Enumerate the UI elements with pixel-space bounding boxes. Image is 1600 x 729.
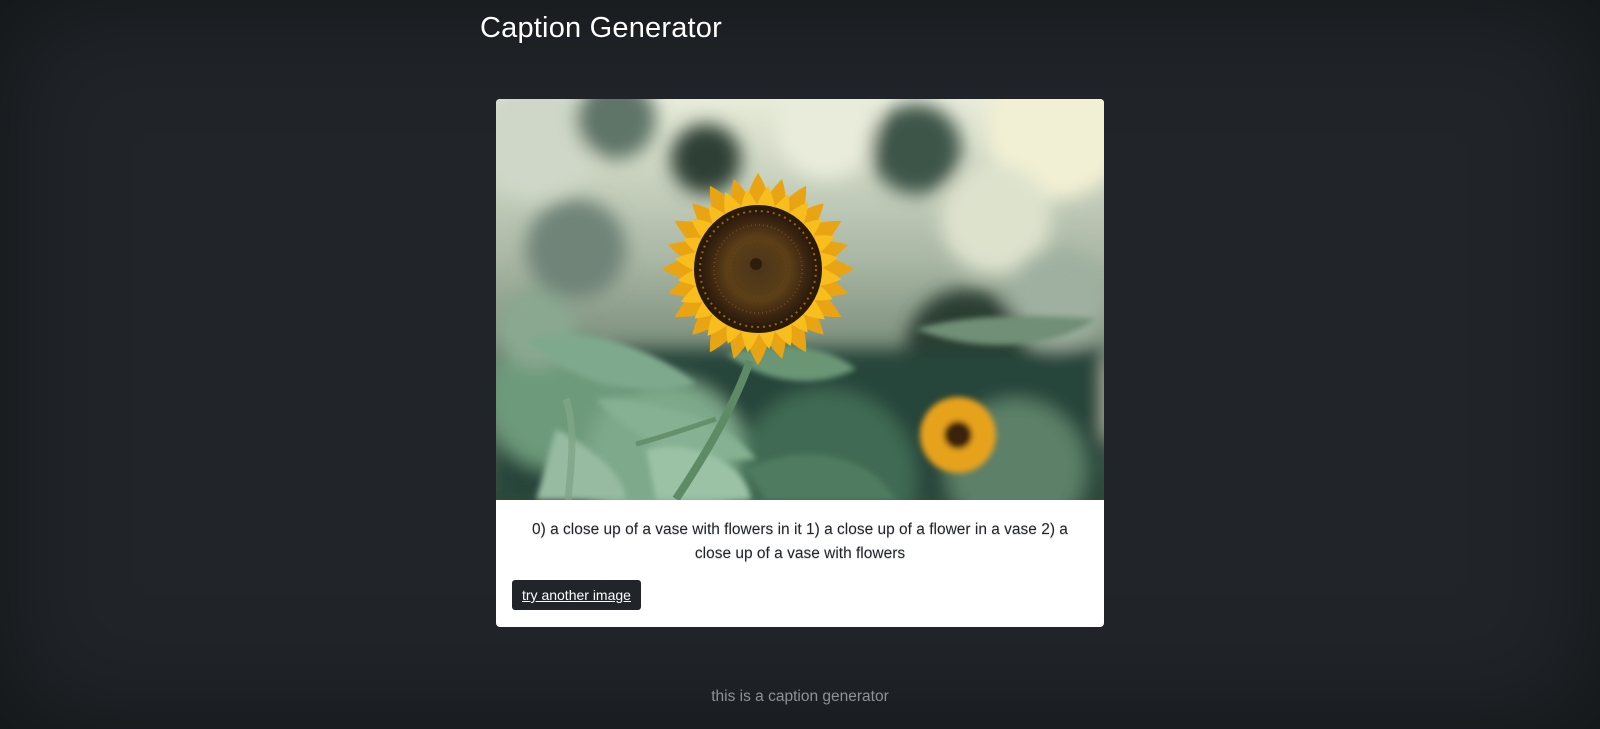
sunflower-image	[496, 99, 1104, 500]
caption-text: 0) a close up of a vase with flowers in …	[532, 521, 1068, 562]
footer-text: this is a caption generator	[711, 688, 889, 705]
site-header: Caption Generator	[480, 10, 722, 50]
brand-title[interactable]: Caption Generator	[480, 10, 722, 46]
footer: this is a caption generator	[0, 688, 1600, 706]
try-another-image-button[interactable]: try another image	[512, 580, 641, 610]
card-body: 0) a close up of a vase with flowers in …	[496, 500, 1104, 626]
caption-card: 0) a close up of a vase with flowers in …	[496, 99, 1104, 627]
